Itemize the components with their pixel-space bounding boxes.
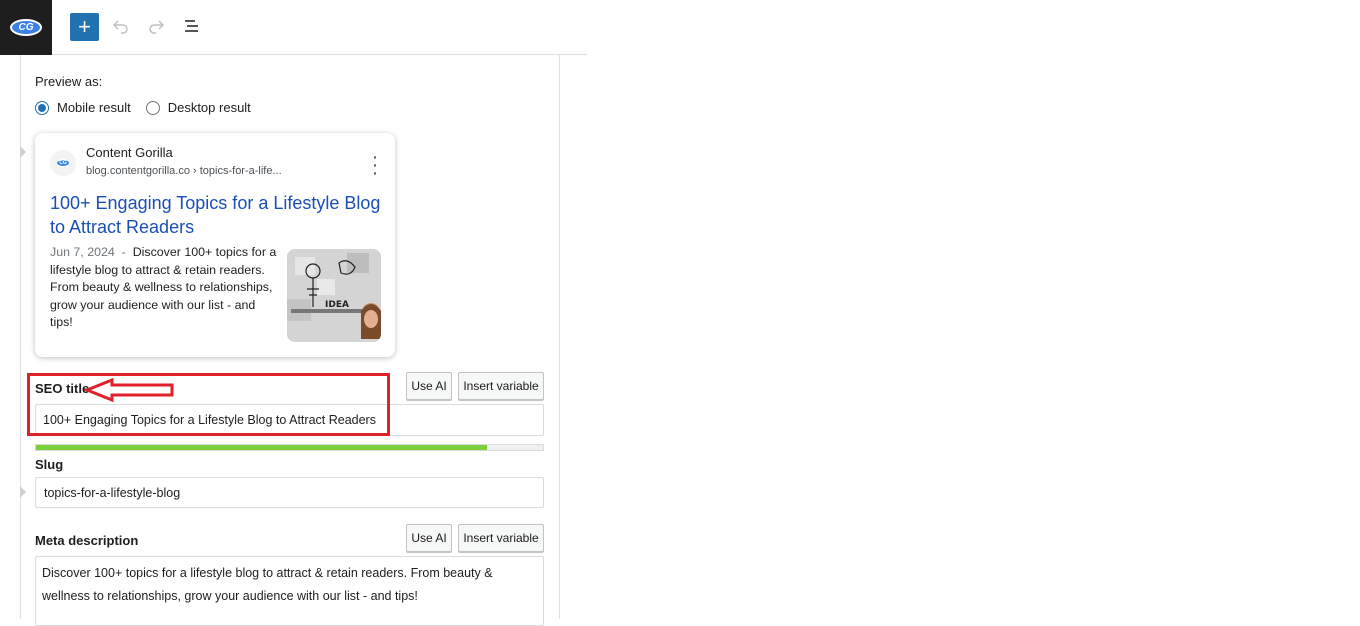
cg-logo-icon: CG (10, 19, 42, 36)
idea-sketch-text: IDEA (325, 300, 349, 310)
collapse-caret-icon[interactable] (20, 486, 26, 498)
preview-as-label: Preview as: (35, 74, 103, 89)
seo-title-insert-variable-button[interactable]: Insert variable (458, 372, 544, 400)
add-block-button[interactable]: + (70, 13, 99, 41)
preview-date: Jun 7, 2024 (50, 245, 115, 259)
preview-mode-radio-group: Mobile result Desktop result (35, 100, 266, 115)
preview-title: 100+ Engaging Topics for a Lifestyle Blo… (50, 193, 381, 237)
meta-description-use-ai-button[interactable]: Use AI (406, 524, 452, 552)
mobile-result-radio[interactable] (35, 100, 49, 115)
slug-input[interactable]: topics-for-a-lifestyle-blog (35, 477, 544, 508)
preview-thumbnail-image: IDEA (287, 249, 381, 342)
seo-title-progress-fill (36, 445, 488, 450)
slug-label: Slug (35, 457, 64, 472)
seo-title-use-ai-button[interactable]: Use AI (406, 372, 452, 400)
redo-icon[interactable] (144, 14, 168, 38)
undo-icon[interactable] (109, 14, 133, 38)
preview-site-name: Content Gorilla (86, 145, 173, 160)
list-view-icon[interactable] (180, 14, 204, 38)
meta-description-insert-variable-button[interactable]: Insert variable (458, 524, 544, 552)
site-favicon-icon: CG (50, 150, 76, 176)
seo-title-length-progress (35, 444, 544, 451)
google-preview-card: CG Content Gorilla blog.contentgorilla.c… (35, 133, 395, 357)
mobile-result-label[interactable]: Mobile result (57, 100, 131, 115)
site-logo[interactable]: CG (0, 0, 52, 55)
highlight-box (27, 373, 390, 436)
meta-description-label: Meta description (35, 533, 139, 548)
meta-description-input[interactable]: Discover 100+ topics for a lifestyle blo… (35, 556, 544, 626)
preview-snippet: Jun 7, 2024 - Discover 100+ topics for a… (50, 244, 277, 332)
preview-url: blog.contentgorilla.co › topics-for-a-li… (86, 165, 282, 177)
more-options-icon: · · · (373, 149, 378, 181)
desktop-result-label[interactable]: Desktop result (168, 100, 251, 115)
collapse-caret-icon[interactable] (20, 146, 26, 158)
desktop-result-radio[interactable] (145, 100, 160, 115)
editor-toolbar: CG + (0, 0, 587, 55)
